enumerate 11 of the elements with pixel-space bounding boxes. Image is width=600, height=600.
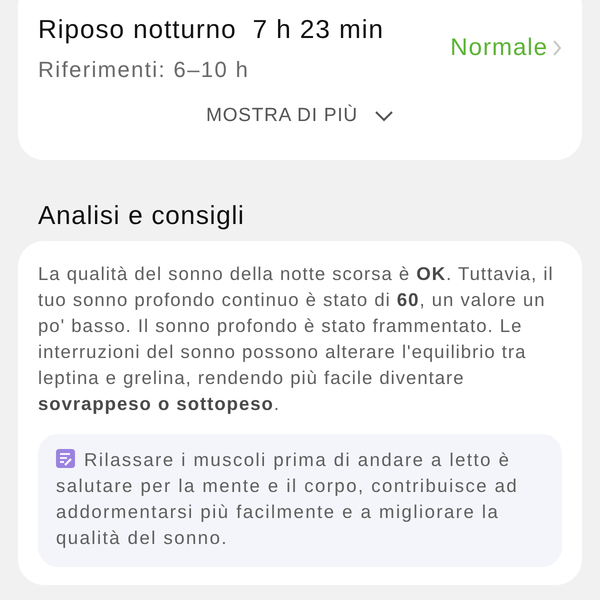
- sleep-duration: 7 h 23 min: [252, 13, 384, 46]
- tip-text: Rilassare i muscoli prima di andare a letto è salutare per la mente e il corpo, contribuisce ad addormentarsi più facilmente e a migliorare la qualità del sonno.: [56, 448, 520, 550]
- show-more-button[interactable]: MOSTRA DI PIÙ: [206, 102, 394, 130]
- chevron-down-icon: [374, 110, 394, 122]
- analysis-text: La qualità del sonno della notte scorsa è OK. Tuttavia, il tuo sonno profondo continuo è stato di 60, un valore un po' basso. Il sonno profondo è stato frammentato. Le interruzioni del sonno possono alterare l'equilibrio tra leptina e grelina, rendendo più facile diventare sovrappeso o sottopeso.: [38, 262, 555, 416]
- status-label: Normale: [450, 33, 548, 63]
- section-heading: Analisi e consigli: [38, 200, 245, 230]
- reference-range: Riferimenti: 6–10 h: [38, 56, 250, 84]
- sleep-title: Riposo notturno: [38, 13, 237, 46]
- chevron-right-icon[interactable]: [552, 39, 562, 57]
- note-icon: [56, 449, 75, 468]
